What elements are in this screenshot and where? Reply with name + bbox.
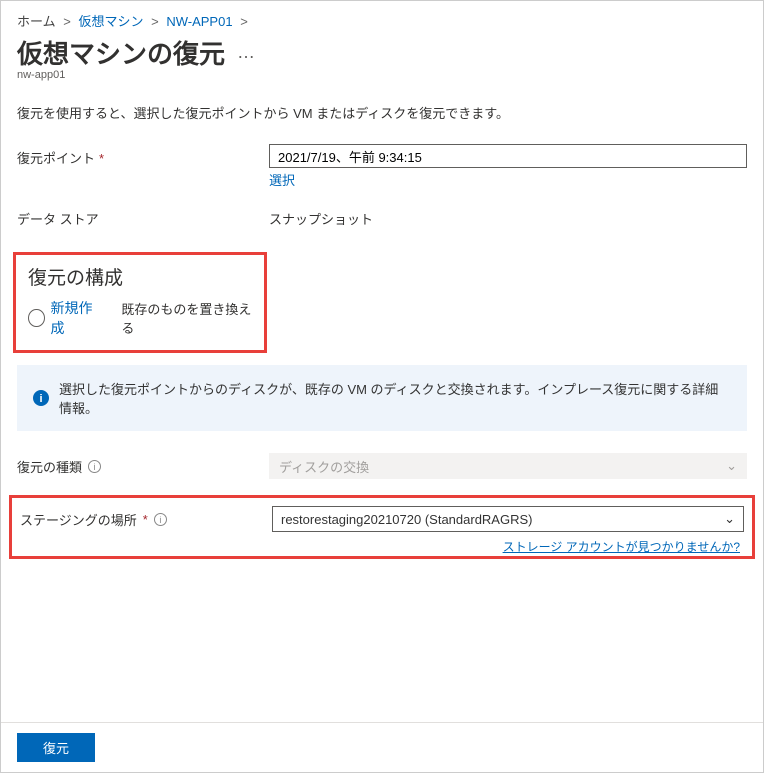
restore-type-select: ディスクの交換 ⌄ [269,453,747,479]
select-restore-point-link[interactable]: 選択 [269,170,295,189]
chevron-down-icon: ⌄ [724,511,735,527]
breadcrumb-vm[interactable]: 仮想マシン [78,14,143,29]
info-icon[interactable]: i [88,460,101,473]
info-icon: i [33,390,49,406]
restore-point-label: 復元ポイント* [17,144,269,167]
chevron-right-icon: > [63,14,71,29]
radio-replace-existing[interactable]: 既存のものを置き換える [121,299,252,337]
breadcrumb-app[interactable]: NW-APP01 [166,14,232,29]
restore-point-input[interactable] [269,144,747,168]
restore-config-title: 復元の構成 [28,263,252,290]
chevron-down-icon: ⌄ [726,458,737,474]
page-description: 復元を使用すると、選択した復元ポイントから VM またはディスクを復元できます。 [17,103,747,122]
footer: 復元 [1,722,763,772]
page-title: 仮想マシンの復元 [17,34,225,71]
info-icon[interactable]: i [154,513,167,526]
restore-type-label: 復元の種類 i [17,453,269,476]
more-actions-button[interactable]: … [237,42,255,63]
datastore-value: スナップショット [269,205,747,228]
restore-config-highlight: 復元の構成 新規作成 既存のものを置き換える [13,252,267,353]
svg-text:i: i [39,393,42,405]
staging-location-select[interactable]: restorestaging20210720 (StandardRAGRS) ⌄ [272,506,744,532]
chevron-right-icon: > [240,14,248,29]
info-banner-text: 選択した復元ポイントからのディスクが、既存の VM のディスクと交換されます。イ… [59,379,731,417]
breadcrumb: ホーム > 仮想マシン > NW-APP01 > [17,9,747,34]
storage-help-link[interactable]: ストレージ アカウントが見つかりませんか? [503,538,740,555]
staging-label: ステージングの場所* i [20,506,272,529]
info-banner: i 選択した復元ポイントからのディスクが、既存の VM のディスクと交換されます… [17,365,747,431]
restore-button[interactable]: 復元 [17,733,95,762]
staging-highlight: ステージングの場所* i restorestaging20210720 (Sta… [9,495,755,559]
radio-new-create[interactable]: 新規作成 [28,298,101,338]
datastore-label: データ ストア [17,205,269,228]
breadcrumb-home[interactable]: ホーム [17,14,56,29]
chevron-right-icon: > [151,14,159,29]
radio-icon [28,309,45,327]
